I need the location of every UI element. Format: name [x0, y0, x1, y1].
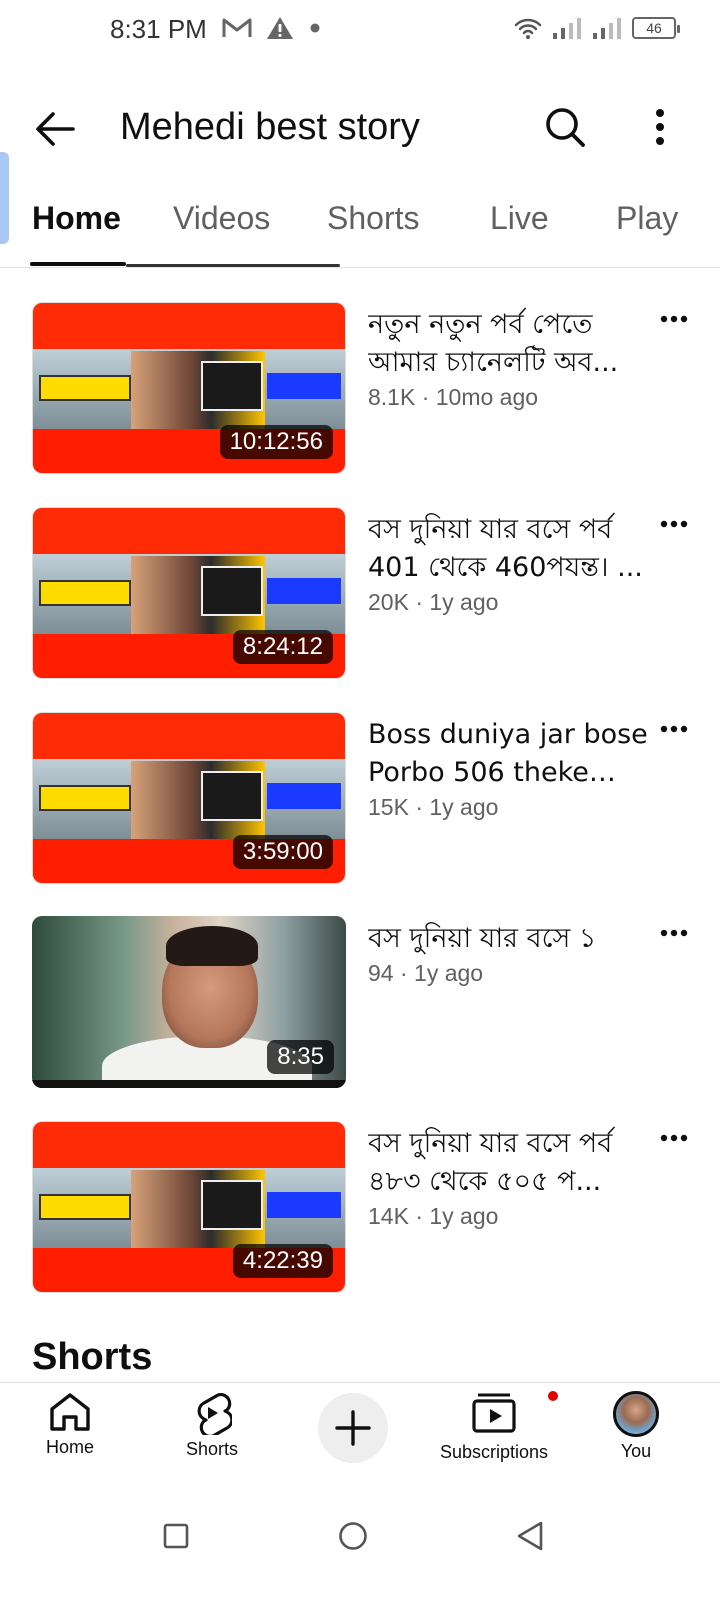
notification-dot: [546, 1389, 560, 1403]
video-thumbnail[interactable]: 8:24:12: [32, 507, 346, 679]
video-thumbnail[interactable]: 4:22:39: [32, 1121, 346, 1293]
nav-you[interactable]: You: [566, 1391, 706, 1462]
video-duration: 4:22:39: [232, 1244, 333, 1278]
status-system-icons: 46: [514, 16, 680, 40]
create-button[interactable]: [318, 1393, 388, 1463]
more-horizontal-icon: [660, 520, 688, 528]
video-meta: বস দুনিয়া যার বসে ১ 94 · 1y ago: [368, 920, 656, 987]
subscriptions-icon: [472, 1393, 516, 1433]
video-more-button[interactable]: [656, 509, 692, 539]
more-horizontal-icon: [660, 315, 688, 323]
tab-live[interactable]: Live: [490, 200, 549, 237]
video-more-button[interactable]: [656, 714, 692, 744]
video-meta: নতুন নতুন পর্ব পেতে আমার চ্যানেলটি অব...…: [368, 306, 656, 411]
gmail-icon: [222, 18, 252, 37]
battery-icon: 46: [632, 17, 680, 39]
video-duration: 3:59:00: [232, 835, 333, 869]
alert-icon: [267, 17, 293, 39]
video-duration: 8:24:12: [232, 630, 333, 664]
nav-home[interactable]: Home: [0, 1391, 140, 1458]
subscriptions-icon-wrap: [470, 1389, 560, 1438]
more-horizontal-icon: [660, 725, 688, 733]
avatar: [613, 1391, 659, 1437]
wifi-icon: [514, 18, 542, 39]
video-duration: 10:12:56: [219, 425, 333, 459]
video-item[interactable]: 4:22:39 বস দুনিয়া যার বসে পর্ব ৪৮৩ থেকে…: [0, 1121, 720, 1297]
signal-icon: [553, 18, 581, 39]
nav-shorts-label: Shorts: [185, 1439, 239, 1459]
home-circle-icon: [339, 1522, 367, 1550]
home-icon: [50, 1393, 90, 1431]
video-stats: 14K · 1y ago: [368, 1203, 499, 1229]
video-meta: বস দুনিয়া যার বসে পর্ব 401 থেকে 460পযন্…: [368, 511, 656, 616]
video-item[interactable]: 8:24:12 বস দুনিয়া যার বসে পর্ব 401 থেকে…: [0, 507, 720, 683]
app-bar: Mehedi best story: [0, 90, 720, 166]
video-more-button[interactable]: [656, 1123, 692, 1153]
video-title[interactable]: Boss duniya jar bose Porbo 506 theke 52.…: [368, 716, 656, 792]
back-button[interactable]: [30, 104, 80, 154]
more-horizontal-icon: [660, 1134, 688, 1142]
bottom-nav: Home Shorts Subscriptions You: [0, 1382, 720, 1482]
nav-you-label: You: [620, 1441, 652, 1461]
search-button[interactable]: [540, 102, 590, 152]
video-title[interactable]: নতুন নতুন পর্ব পেতে আমার চ্যানেলটি অব...: [368, 306, 656, 382]
video-thumbnail[interactable]: 3:59:00: [32, 712, 346, 884]
video-item[interactable]: 3:59:00 Boss duniya jar bose Porbo 506 t…: [0, 712, 720, 888]
video-duration: 8:35: [267, 1040, 334, 1074]
video-stats: 94 · 1y ago: [368, 960, 484, 986]
tab-indicator: [30, 262, 126, 266]
video-stats: 8.1K · 10mo ago: [368, 384, 539, 410]
video-stats: 15K · 1y ago: [368, 794, 499, 820]
tab-shorts[interactable]: Shorts: [327, 200, 419, 237]
video-thumbnail[interactable]: 8:35: [32, 916, 346, 1088]
status-bar: 8:31 PM 46: [0, 0, 720, 70]
video-thumbnail[interactable]: 10:12:56: [32, 302, 346, 474]
recents-button[interactable]: [146, 1506, 206, 1566]
tab-videos[interactable]: Videos: [173, 200, 270, 237]
video-meta: Boss duniya jar bose Porbo 506 theke 52.…: [368, 716, 656, 821]
recents-square-icon: [163, 1523, 189, 1549]
shorts-section-title: Shorts: [32, 1336, 153, 1378]
nav-shorts[interactable]: Shorts: [142, 1391, 282, 1460]
video-item[interactable]: 10:12:56 নতুন নতুন পর্ব পেতে আমার চ্যানে…: [0, 302, 720, 478]
more-horizontal-icon: [660, 929, 688, 937]
video-meta: বস দুনিয়া যার বসে পর্ব ৪৮৩ থেকে ৫০৫ প..…: [368, 1125, 656, 1230]
nav-home-label: Home: [45, 1437, 94, 1457]
shorts-icon: [197, 1393, 232, 1435]
arrow-left-icon: [36, 112, 75, 146]
channel-title: Mehedi best story: [120, 106, 420, 148]
status-time: 8:31 PM: [110, 14, 207, 44]
tab-home[interactable]: Home: [32, 200, 121, 237]
video-title[interactable]: বস দুনিয়া যার বসে পর্ব 401 থেকে 460পযন্…: [368, 511, 656, 587]
status-notification-icons: [222, 16, 322, 40]
nav-subscriptions[interactable]: Subscriptions: [424, 1389, 564, 1463]
battery-level: 46: [646, 20, 662, 36]
dot-icon: [310, 23, 320, 33]
plus-icon: [335, 1410, 371, 1446]
back-system-button[interactable]: [500, 1506, 560, 1566]
tab-indicator-trail: [126, 264, 340, 267]
search-icon: [546, 108, 585, 147]
signal-icon: [593, 18, 621, 39]
tab-playlists[interactable]: Play: [616, 200, 678, 237]
nav-subscriptions-label: Subscriptions: [439, 1442, 549, 1462]
system-nav-bar: [0, 1482, 720, 1600]
home-system-button[interactable]: [323, 1506, 383, 1566]
video-more-button[interactable]: [656, 918, 692, 948]
video-more-button[interactable]: [656, 304, 692, 334]
video-stats: 20K · 1y ago: [368, 589, 499, 615]
channel-tabs: Home Videos Shorts Live Play: [0, 190, 720, 268]
more-vertical-icon: [656, 109, 664, 145]
video-item[interactable]: 8:35 বস দুনিয়া যার বসে ১ 94 · 1y ago: [0, 916, 720, 1092]
video-title[interactable]: বস দুনিয়া যার বসে ১: [368, 920, 656, 958]
video-title[interactable]: বস দুনিয়া যার বসে পর্ব ৪৮৩ থেকে ৫০৫ প..…: [368, 1125, 656, 1201]
more-options-button[interactable]: [640, 102, 680, 152]
back-triangle-icon: [517, 1521, 543, 1551]
